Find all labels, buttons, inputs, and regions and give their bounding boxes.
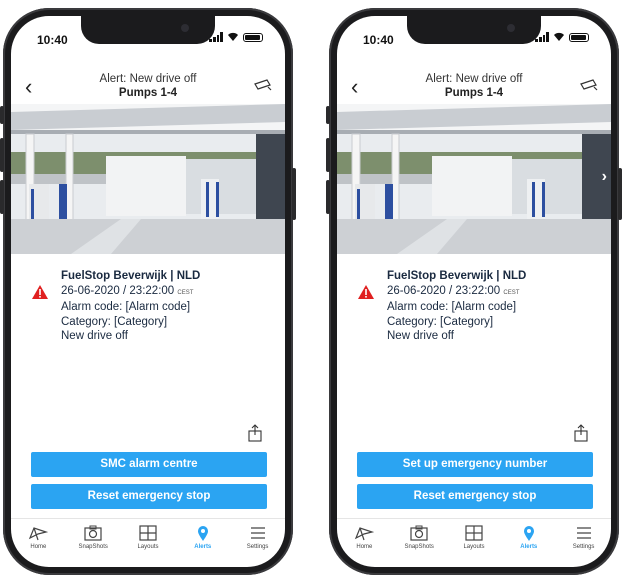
alert-alarm-code: Alarm code: [Alarm code] [387,301,517,313]
page-subtitle: Pumps 1-4 [118,87,178,99]
settings-menu-icon [250,527,265,539]
tab-label: SnapShots [404,544,434,550]
tab-label: Alerts [194,544,212,550]
alert-datetime-row: 26-06-2020 / 23:22:00 CEST [61,284,200,301]
phone-screen: 10:40 ‹ Alert: New drive off Pumps 1-4 F… [11,16,285,567]
alert-header: ‹ Alert: New drive off Pumps 1-4 [11,72,285,106]
snapshot-camera-icon [410,525,428,541]
alert-location: FuelStop Beverwijk | NLD [387,270,527,282]
status-time: 10:40 [363,33,394,47]
tab-snapshots[interactable]: SnapShots [394,519,444,567]
cctv-camera-icon[interactable] [253,78,273,92]
tab-settings[interactable]: Settings [233,519,283,567]
alert-category: Category: [Category] [387,315,494,328]
alert-datetime: 26-06-2020 / 23:22:00 [61,284,175,297]
phone-screen: 10:40 ‹ Alert: New drive off Pumps 1-4 ›… [337,16,611,567]
tab-alerts[interactable]: Alerts [178,519,228,567]
battery-icon [243,32,263,42]
tab-label: Alerts [520,544,538,550]
tab-label: Layouts [137,544,159,550]
alert-category: Category: [Category] [61,315,168,328]
wifi-icon [228,32,238,41]
alert-header: ‹ Alert: New drive off Pumps 1-4 [337,72,611,106]
status-icons [209,32,263,42]
tab-layouts[interactable]: Layouts [123,519,173,567]
notch [81,16,215,44]
front-camera [507,24,515,32]
page-title: Alert: New drive off [99,73,197,85]
station-photo [11,104,285,254]
alert-datetime: 26-06-2020 / 23:22:00 [387,284,501,297]
alert-datetime-row: 26-06-2020 / 23:22:00 CEST [387,284,526,301]
front-camera [181,24,189,32]
page-title: Alert: New drive off [425,73,523,85]
reset-emergency-stop-button[interactable]: Reset emergency stop [31,484,267,509]
wifi-icon [554,32,564,41]
tab-label: Settings [572,544,595,550]
alert-timezone: CEST [503,289,520,296]
status-time: 10:40 [37,33,68,47]
notch [407,16,541,44]
camera-snapshot[interactable] [11,104,285,254]
back-arrow-icon[interactable]: ‹ [25,76,32,98]
tab-layouts[interactable]: Layouts [449,519,499,567]
back-arrow-icon[interactable]: ‹ [351,76,358,98]
cctv-camera-icon[interactable] [579,78,599,92]
alert-alarm-code: Alarm code: [Alarm code] [61,301,191,313]
reset-emergency-stop-button[interactable]: Reset emergency stop [357,484,593,509]
battery-icon [569,32,589,42]
chevron-right-icon[interactable]: › [602,168,607,186]
warning-triangle-icon [32,285,48,299]
tab-home[interactable]: Home [339,519,389,567]
layouts-grid-icon [139,525,157,541]
bottom-tab-bar: Home SnapShots Layouts Alerts Settings [11,518,285,567]
share-icon[interactable] [247,424,263,442]
primary-action-button[interactable]: Set up emergency number [357,452,593,477]
home-icon [355,527,375,541]
alert-description: New drive off [387,330,454,342]
station-photo [337,104,611,254]
alert-description: New drive off [61,330,128,342]
alert-location: FuelStop Beverwijk | NLD [61,270,201,282]
home-icon [29,527,49,541]
share-icon[interactable] [573,424,589,442]
tab-snapshots[interactable]: SnapShots [68,519,118,567]
tab-label: Layouts [463,544,485,550]
layouts-grid-icon [465,525,483,541]
alert-timezone: CEST [177,289,194,296]
camera-snapshot[interactable]: › [337,104,611,254]
tab-home[interactable]: Home [13,519,63,567]
bottom-tab-bar: Home SnapShots Layouts Alerts Settings [337,518,611,567]
settings-menu-icon [576,527,591,539]
status-icons [535,32,589,42]
page-subtitle: Pumps 1-4 [444,87,504,99]
primary-action-button[interactable]: SMC alarm centre [31,452,267,477]
warning-triangle-icon [358,285,374,299]
alerts-location-pin-icon [523,526,534,541]
tab-label: SnapShots [78,544,108,550]
tab-label: Home [356,544,373,550]
tab-alerts[interactable]: Alerts [504,519,554,567]
alerts-location-pin-icon [197,526,208,541]
tab-label: Settings [246,544,269,550]
phone-right: 10:40 ‹ Alert: New drive off Pumps 1-4 ›… [326,8,622,575]
phone-left: 10:40 ‹ Alert: New drive off Pumps 1-4 F… [0,8,296,575]
snapshot-camera-icon [84,525,102,541]
tab-settings[interactable]: Settings [559,519,609,567]
tab-label: Home [30,544,47,550]
